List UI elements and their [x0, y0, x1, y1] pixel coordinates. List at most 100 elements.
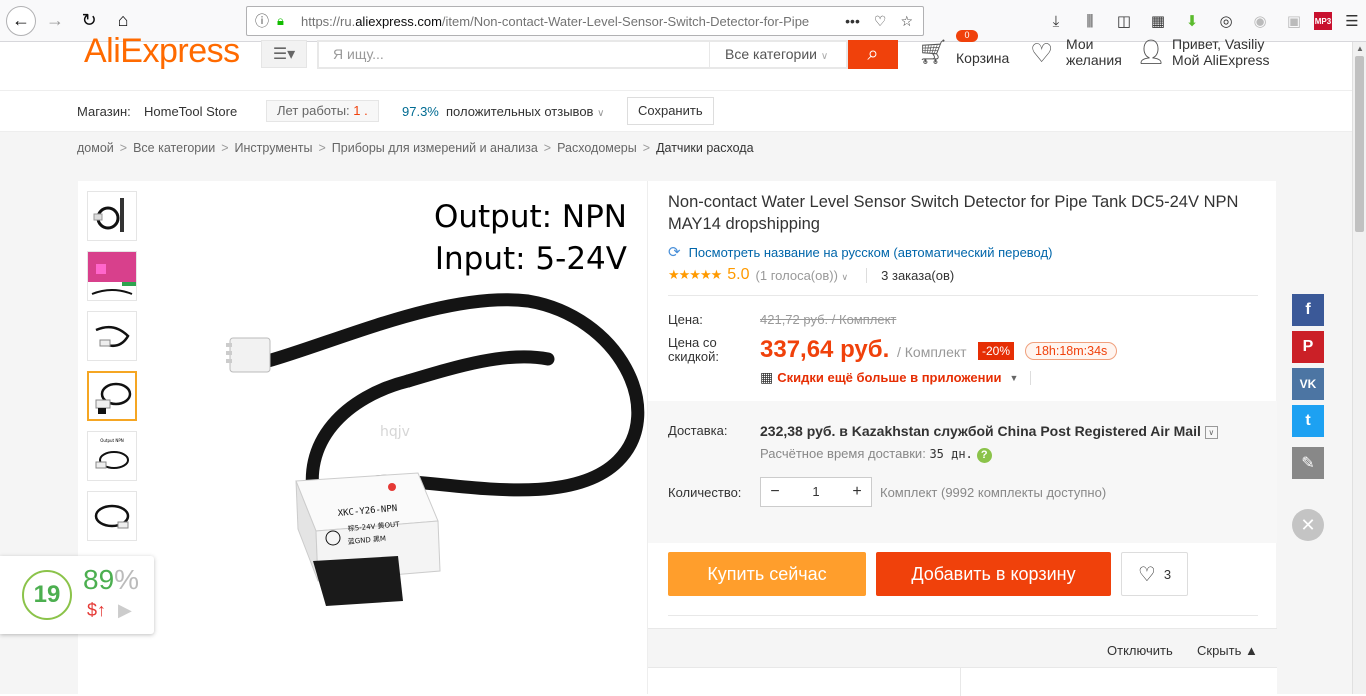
sidebar-icon[interactable]: ◫: [1110, 7, 1138, 35]
translate-title-link[interactable]: ⟳ Посмотреть название на русском (автома…: [668, 243, 1052, 261]
discount-badge: -20%: [978, 342, 1015, 360]
price-label: Цена:: [668, 312, 703, 327]
breadcrumb-measurement[interactable]: Приборы для измерений и анализа: [332, 141, 538, 155]
breadcrumb-bar: домой > Все категории > Инструменты > Приборы …: [0, 132, 1352, 166]
positive-feedback-dropdown[interactable]: положительных отзывов ∨: [446, 104, 604, 119]
search-category-label: Все категории: [725, 46, 817, 62]
quantity-stepper: − 1 +: [760, 477, 872, 507]
wishlist-line2: желания: [1066, 52, 1122, 68]
back-arrow-icon[interactable]: ←: [6, 5, 36, 36]
thumbnail-1[interactable]: [87, 191, 137, 241]
main-product-image[interactable]: Output: NPN Input: 5-24V XKC-Y26-NPN 棕5-…: [148, 181, 647, 694]
discount-price-label-line1: Цена со: [668, 335, 717, 350]
pocket-icon[interactable]: ♡: [874, 13, 887, 30]
thumbnail-3[interactable]: [87, 311, 137, 361]
store-years-badge: Лет работы: 1 .: [266, 100, 379, 122]
library-icon[interactable]: ⫼: [1076, 7, 1104, 35]
vk-icon[interactable]: VK: [1292, 368, 1324, 400]
old-price: 421,72 руб. / Комплект: [760, 312, 897, 327]
site-header: AliExpress ☰▾ Я ищу... Все категории ∨ ⌕…: [0, 30, 1352, 90]
disable-button[interactable]: Отключить: [1107, 643, 1173, 658]
scrollbar-thumb[interactable]: [1355, 56, 1364, 232]
breadcrumb-home[interactable]: домой: [77, 141, 114, 155]
cart-count-badge: 0: [956, 30, 978, 42]
extension-user-icon[interactable]: ▣: [1280, 7, 1308, 35]
cart-link[interactable]: 🛒︎ 0 Корзина: [918, 30, 1018, 70]
url-domain: aliexpress.com: [355, 13, 442, 29]
chevron-down-icon: ∨: [820, 51, 829, 62]
extension-sync-icon[interactable]: ◎: [1212, 7, 1240, 35]
delivery-time-label: Расчётное время доставки:: [760, 446, 926, 461]
play-icon[interactable]: ▶: [118, 600, 132, 621]
heart-icon: ♡: [1030, 38, 1054, 68]
hide-button[interactable]: Скрыть ▲: [1197, 643, 1258, 658]
price-tracker-widget[interactable]: 19 89% $↑ ▶: [0, 556, 154, 634]
thumbnail-4-selected[interactable]: [87, 371, 137, 421]
add-to-wishlist-button[interactable]: ♡ 3: [1121, 552, 1188, 596]
scroll-up-arrow-icon[interactable]: ▲: [1353, 42, 1366, 56]
reload-icon[interactable]: ↻: [74, 6, 104, 36]
divider: [668, 295, 1258, 296]
page-scrollbar[interactable]: ▲: [1352, 42, 1366, 694]
cart-icon: 🛒︎: [918, 39, 949, 66]
store-label: Магазин:: [77, 104, 131, 119]
quantity-input[interactable]: 1: [789, 478, 843, 506]
forward-arrow-icon[interactable]: →: [40, 6, 70, 36]
category-menu-button[interactable]: ☰▾: [261, 40, 307, 68]
rating-row: ★★★★★ 5.0 (1 голоса(ов)) ∨ 3 заказа(ов): [668, 266, 954, 284]
tracker-percent: 89%: [83, 564, 139, 596]
quantity-decrease-button[interactable]: −: [761, 478, 789, 506]
help-question-icon[interactable]: ?: [976, 448, 992, 463]
hamburger-menu-icon[interactable]: ☰: [1338, 7, 1366, 35]
breadcrumb-tools[interactable]: Инструменты: [235, 141, 313, 155]
url-text[interactable]: https://ru.aliexpress.com/item/Non-conta…: [301, 14, 845, 29]
address-bar[interactable]: ⓘ 🔒︎ https://ru.aliexpress.com/item/Non-…: [246, 6, 924, 36]
chevron-down-icon[interactable]: ∨: [1204, 425, 1218, 439]
twitter-icon[interactable]: t: [1292, 405, 1324, 437]
extension-ghost-icon[interactable]: ◉: [1246, 7, 1274, 35]
thumbnail-6[interactable]: [87, 491, 137, 541]
rating-votes-dropdown[interactable]: (1 голоса(ов)) ∨: [756, 268, 849, 283]
save-store-button[interactable]: Сохранить: [627, 97, 714, 125]
breadcrumb-flowmeters[interactable]: Расходомеры: [557, 141, 637, 155]
aliexpress-logo[interactable]: AliExpress: [84, 32, 240, 71]
download-icon[interactable]: ⤓: [1042, 7, 1070, 35]
thumbnail-5[interactable]: Output NPN: [87, 431, 137, 481]
extension-grid-icon[interactable]: ▦: [1144, 7, 1172, 35]
bookmark-star-icon[interactable]: ☆: [900, 13, 913, 30]
rating-stars: ★★★★★: [668, 267, 722, 282]
store-years-label: Лет работы:: [277, 103, 350, 118]
pinterest-icon[interactable]: P: [1292, 331, 1324, 363]
close-icon[interactable]: ✕: [1292, 509, 1324, 541]
thumbnail-2[interactable]: [87, 251, 137, 301]
translate-title-text: Посмотреть название на русском (автомати…: [688, 244, 1053, 260]
extension-download-icon[interactable]: ⬇: [1178, 7, 1206, 35]
info-icon[interactable]: ⓘ: [255, 11, 277, 31]
account-my-aliexpress: Мой AliExpress: [1172, 52, 1270, 68]
rating-score: 5.0: [727, 266, 750, 283]
home-icon[interactable]: ⌂: [108, 6, 138, 36]
account-link[interactable]: 👤︎ Привет, Vasiliy Мой AliExpress: [1136, 36, 1296, 72]
add-to-cart-button[interactable]: Добавить в корзину: [876, 552, 1111, 596]
store-name-link[interactable]: HomeTool Store: [144, 104, 237, 119]
facebook-icon[interactable]: f: [1292, 294, 1324, 326]
image-watermark: hqjv: [380, 424, 410, 440]
wishlist-count: 3: [1163, 566, 1172, 582]
search-category-select[interactable]: Все категории ∨: [709, 40, 848, 69]
product-gallery: Output NPN Output: NPN Input: 5-24V XKC-…: [78, 181, 647, 694]
qr-code-icon: ▦: [760, 369, 774, 385]
chevron-down-icon: ∨: [841, 271, 849, 282]
quantity-increase-button[interactable]: +: [843, 478, 871, 506]
search-input[interactable]: Я ищу...: [317, 40, 709, 69]
mp3-extension-icon[interactable]: MP3: [1314, 12, 1332, 30]
wishlist-link[interactable]: ♡ Мои желания: [1030, 36, 1130, 72]
more-actions-icon[interactable]: •••: [845, 13, 860, 30]
buy-now-button[interactable]: Купить сейчас: [668, 552, 866, 596]
search-button[interactable]: ⌕: [848, 40, 898, 69]
app-deal-dropdown[interactable]: ▦ Скидки ещё больше в приложении ▼: [760, 369, 1032, 386]
breadcrumb-all-categories[interactable]: Все категории: [133, 141, 215, 155]
lock-icon[interactable]: 🔒︎: [277, 13, 295, 29]
shipping-option[interactable]: 232,38 руб. в Kazakhstan службой China P…: [760, 423, 1218, 439]
thumbnail-list: Output NPN: [87, 191, 137, 551]
edit-pencil-icon[interactable]: ✎: [1292, 447, 1324, 479]
